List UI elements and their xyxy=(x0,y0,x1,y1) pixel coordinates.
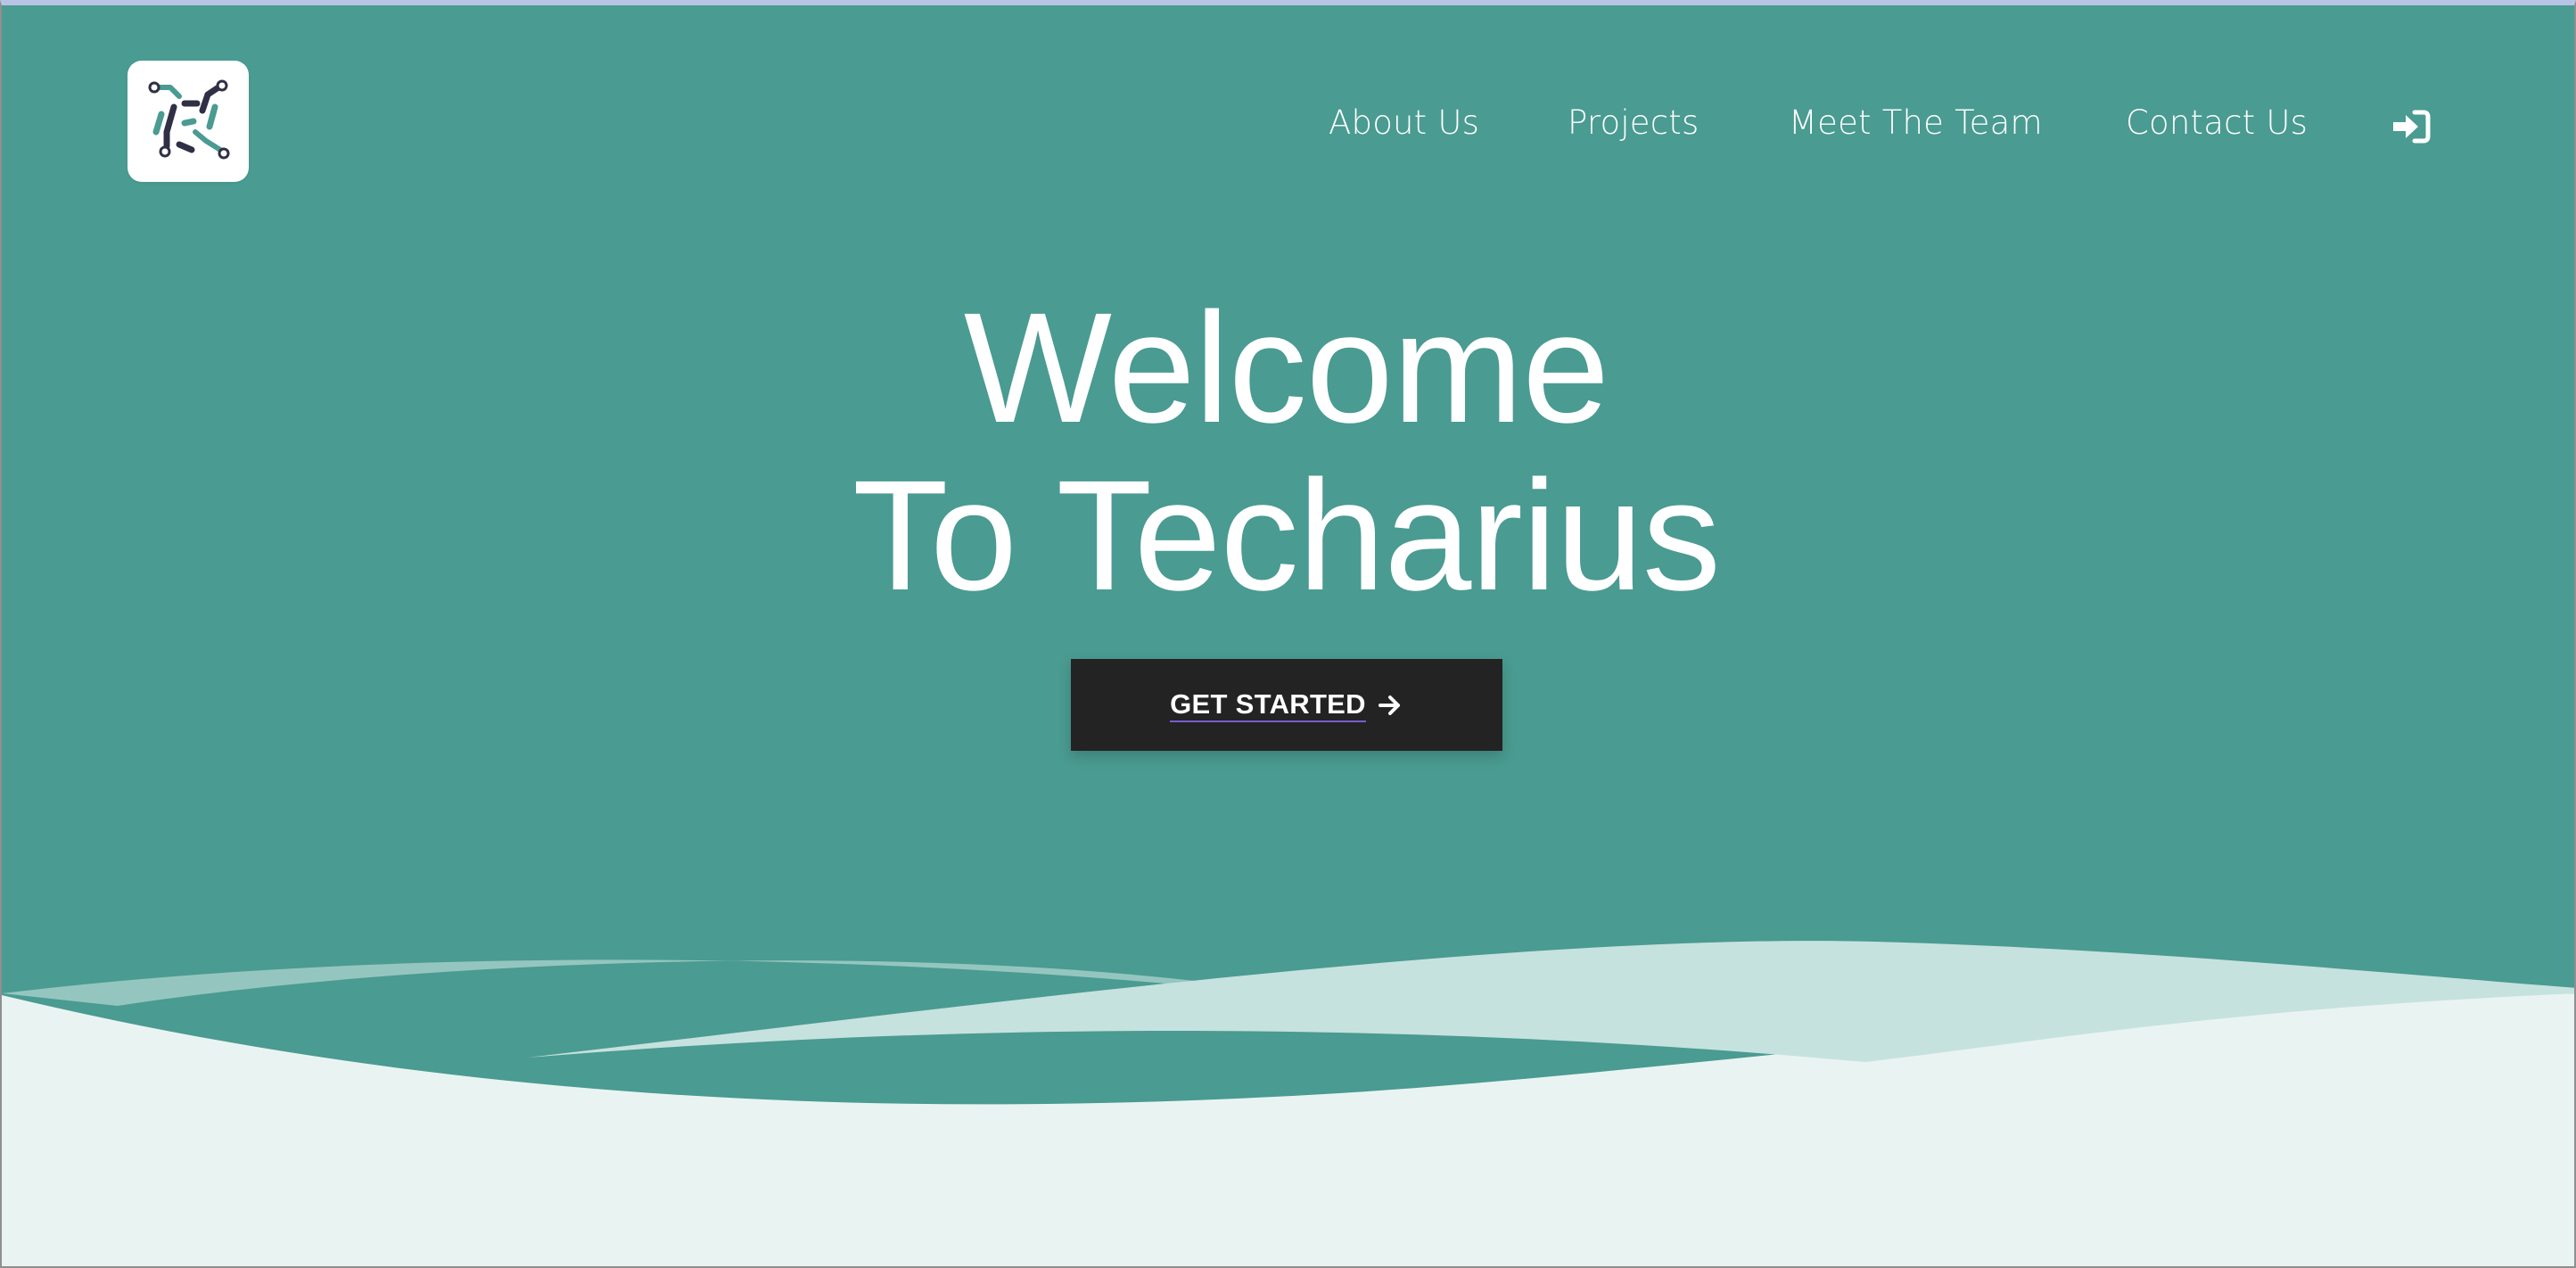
arrow-right-icon xyxy=(1377,692,1403,719)
nav-projects[interactable]: Projects xyxy=(1568,91,1699,155)
get-started-button[interactable]: GET STARTED xyxy=(1071,659,1502,751)
sign-in-icon[interactable] xyxy=(2391,109,2431,144)
hero-title-line-2: To Techarius xyxy=(852,449,1721,623)
get-started-label: GET STARTED xyxy=(1170,688,1366,722)
nav-meet-the-team[interactable]: Meet The Team xyxy=(1789,91,2043,155)
nav-about-us[interactable]: About Us xyxy=(1329,91,1479,155)
browser-viewport: About Us Projects Meet The Team Contact … xyxy=(0,0,2576,1268)
hero-title-line-1: Welcome xyxy=(963,281,1609,456)
nav-contact-us[interactable]: Contact Us xyxy=(2126,91,2308,155)
main-nav: About Us Projects Meet The Team Contact … xyxy=(2,91,2574,155)
